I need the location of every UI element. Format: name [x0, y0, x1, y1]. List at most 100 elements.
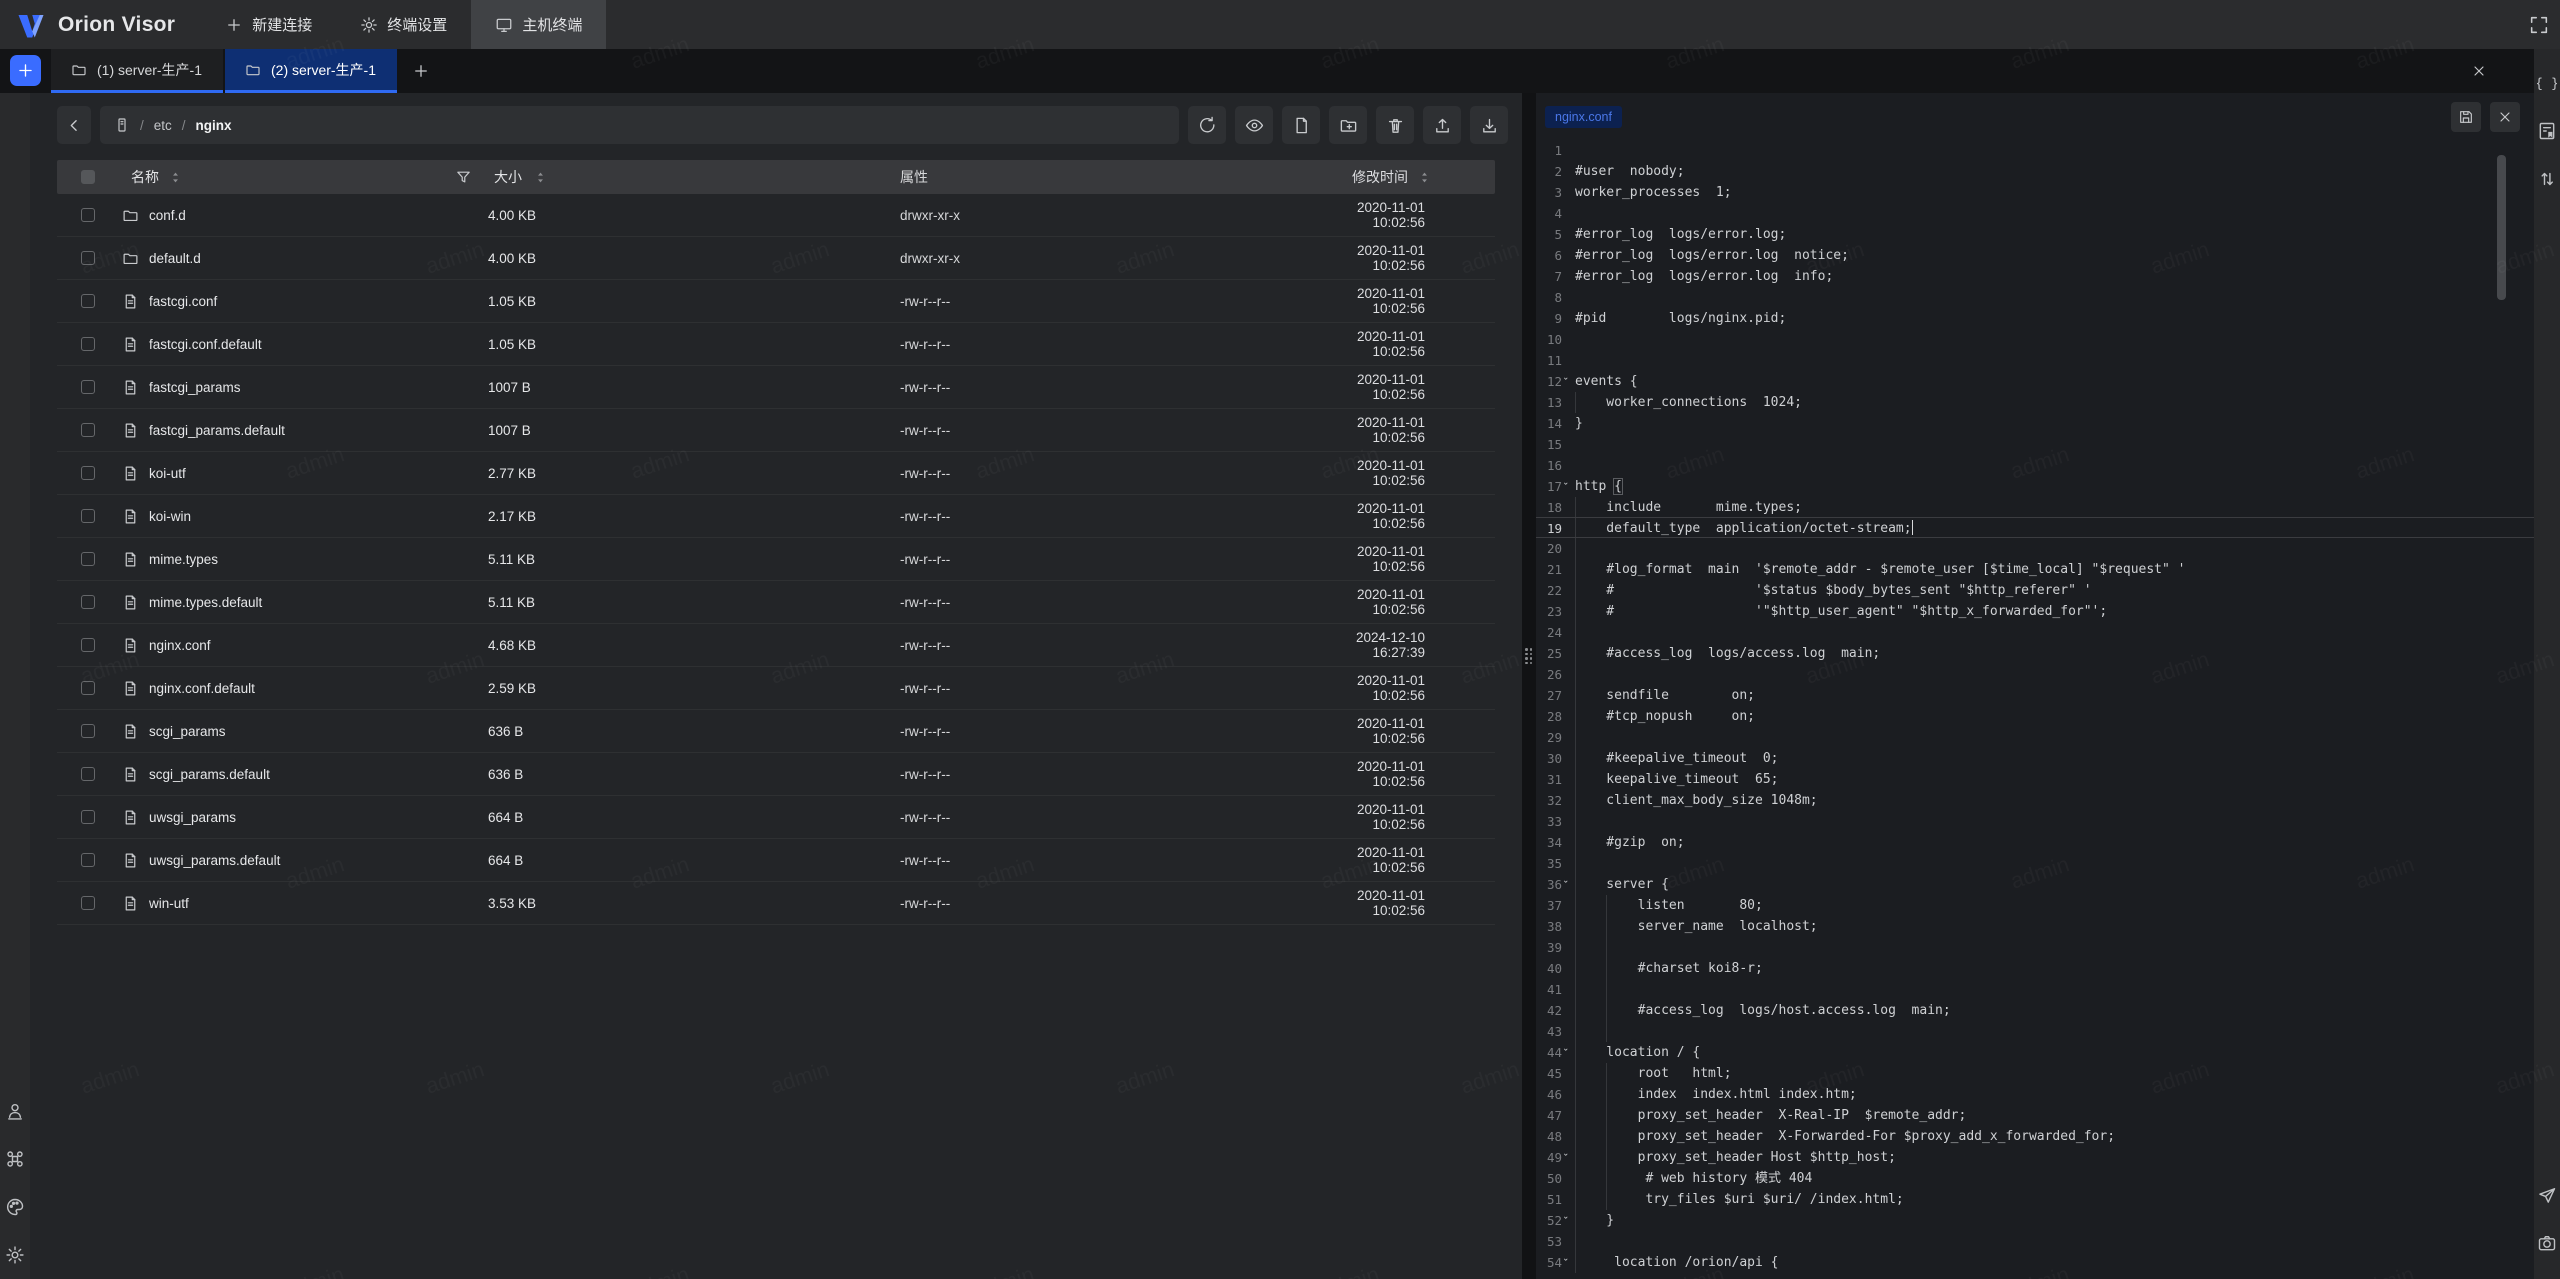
column-name[interactable]: 名称 [131, 167, 159, 187]
panel-resize-handle[interactable] [1522, 93, 1536, 1279]
show-hidden-button[interactable] [1235, 106, 1273, 144]
file-name[interactable]: conf.d [149, 208, 186, 223]
nav-terminal-settings[interactable]: 终端设置 [336, 0, 471, 49]
row-checkbox[interactable] [81, 896, 95, 910]
row-checkbox[interactable] [81, 552, 95, 566]
row-checkbox[interactable] [81, 466, 95, 480]
new-tab-button[interactable] [10, 55, 41, 86]
file-name[interactable]: fastcgi.conf [149, 294, 217, 309]
delete-button[interactable] [1376, 106, 1414, 144]
row-checkbox[interactable] [81, 724, 95, 738]
save-button[interactable] [2451, 102, 2481, 132]
breadcrumb-segment[interactable]: nginx [196, 118, 232, 133]
table-row[interactable]: mime.types.default5.11 KB-rw-r--r--2020-… [57, 581, 1495, 624]
fold-chevron-icon[interactable] [1562, 1042, 1575, 1063]
filter-icon[interactable] [455, 169, 472, 186]
breadcrumb[interactable]: / etc / nginx [100, 106, 1179, 144]
fullscreen-icon[interactable] [2526, 12, 2552, 38]
file-name[interactable]: fastcgi_params.default [149, 423, 285, 438]
column-mtime[interactable]: 修改时间 [1352, 167, 1408, 187]
send-command-icon[interactable] [2537, 1185, 2557, 1205]
file-name[interactable]: fastcgi_params [149, 380, 241, 395]
new-folder-button[interactable] [1329, 106, 1367, 144]
file-name[interactable]: default.d [149, 251, 201, 266]
file-name[interactable]: mime.types [149, 552, 218, 567]
file-name[interactable]: nginx.conf.default [149, 681, 255, 696]
table-row[interactable]: fastcgi_params.default1007 B-rw-r--r--20… [57, 409, 1495, 452]
row-checkbox[interactable] [81, 638, 95, 652]
table-row[interactable]: default.d4.00 KBdrwxr-xr-x2020-11-01 10:… [57, 237, 1495, 280]
row-checkbox[interactable] [81, 595, 95, 609]
row-checkbox[interactable] [81, 337, 95, 351]
upload-button[interactable] [1423, 106, 1461, 144]
select-all-checkbox[interactable] [81, 170, 95, 184]
user-icon[interactable] [5, 1101, 25, 1121]
row-checkbox[interactable] [81, 681, 95, 695]
row-checkbox[interactable] [81, 767, 95, 781]
braces-icon[interactable]: { } [2537, 73, 2557, 93]
download-button[interactable] [1470, 106, 1508, 144]
editor-scrollbar[interactable] [2497, 155, 2506, 300]
breadcrumb-segment[interactable]: etc [154, 118, 172, 133]
fold-chevron-icon[interactable] [1562, 874, 1575, 895]
row-checkbox[interactable] [81, 251, 95, 265]
table-row[interactable]: koi-win2.17 KB-rw-r--r--2020-11-01 10:02… [57, 495, 1495, 538]
fold-chevron-icon[interactable] [1562, 1147, 1575, 1168]
sort-icon[interactable] [169, 170, 182, 185]
row-checkbox[interactable] [81, 208, 95, 222]
row-checkbox[interactable] [81, 509, 95, 523]
table-row[interactable]: scgi_params.default636 B-rw-r--r--2020-1… [57, 753, 1495, 796]
notes-icon[interactable] [2537, 121, 2557, 141]
file-name[interactable]: nginx.conf [149, 638, 211, 653]
table-row[interactable]: uwsgi_params664 B-rw-r--r--2020-11-01 10… [57, 796, 1495, 839]
table-row[interactable]: fastcgi_params1007 B-rw-r--r--2020-11-01… [57, 366, 1495, 409]
row-checkbox[interactable] [81, 810, 95, 824]
column-size[interactable]: 大小 [484, 167, 522, 187]
file-name[interactable]: mime.types.default [149, 595, 262, 610]
table-row[interactable]: scgi_params636 B-rw-r--r--2020-11-01 10:… [57, 710, 1495, 753]
swap-vertical-icon[interactable] [2537, 169, 2557, 189]
file-name[interactable]: koi-utf [149, 466, 186, 481]
add-tab-button[interactable] [399, 49, 443, 93]
back-button[interactable] [57, 106, 91, 144]
refresh-button[interactable] [1188, 106, 1226, 144]
sort-icon[interactable] [1418, 170, 1431, 185]
table-row[interactable]: fastcgi.conf.default1.05 KB-rw-r--r--202… [57, 323, 1495, 366]
sort-icon[interactable] [534, 170, 547, 185]
table-row[interactable]: nginx.conf.default2.59 KB-rw-r--r--2020-… [57, 667, 1495, 710]
theme-palette-icon[interactable] [5, 1197, 25, 1217]
table-row[interactable]: uwsgi_params.default664 B-rw-r--r--2020-… [57, 839, 1495, 882]
nav-new-connection[interactable]: 新建连接 [201, 0, 336, 49]
new-file-button[interactable] [1282, 106, 1320, 144]
fold-chevron-icon[interactable] [1562, 1252, 1575, 1273]
row-checkbox[interactable] [81, 380, 95, 394]
fold-chevron-icon[interactable] [1562, 476, 1575, 497]
settings-gear-icon[interactable] [5, 1245, 25, 1265]
file-name[interactable]: uwsgi_params.default [149, 853, 280, 868]
code-editor[interactable]: 12#user nobody;3worker_processes 1;45#er… [1536, 140, 2534, 1279]
nav-host-terminal[interactable]: 主机终端 [471, 0, 606, 49]
file-name[interactable]: scgi_params [149, 724, 226, 739]
file-name[interactable]: uwsgi_params [149, 810, 236, 825]
close-editor-button[interactable] [2490, 102, 2520, 132]
row-checkbox[interactable] [81, 294, 95, 308]
table-row[interactable]: win-utf3.53 KB-rw-r--r--2020-11-01 10:02… [57, 882, 1495, 925]
row-checkbox[interactable] [81, 853, 95, 867]
table-row[interactable]: koi-utf2.77 KB-rw-r--r--2020-11-01 10:02… [57, 452, 1495, 495]
file-name[interactable]: koi-win [149, 509, 191, 524]
file-name[interactable]: fastcgi.conf.default [149, 337, 262, 352]
table-row[interactable]: nginx.conf4.68 KB-rw-r--r--2024-12-10 16… [57, 624, 1495, 667]
fold-chevron-icon[interactable] [1562, 1210, 1575, 1231]
command-icon[interactable] [5, 1149, 25, 1169]
screenshot-camera-icon[interactable] [2537, 1233, 2557, 1253]
fold-chevron-icon[interactable] [1562, 371, 1575, 392]
file-name[interactable]: win-utf [149, 896, 189, 911]
table-row[interactable]: conf.d4.00 KBdrwxr-xr-x2020-11-01 10:02:… [57, 194, 1495, 237]
tab-server-2[interactable]: (2) server-生产-1 [225, 49, 397, 93]
row-checkbox[interactable] [81, 423, 95, 437]
table-row[interactable]: mime.types5.11 KB-rw-r--r--2020-11-01 10… [57, 538, 1495, 581]
close-icon[interactable] [2464, 56, 2494, 86]
table-row[interactable]: fastcgi.conf1.05 KB-rw-r--r--2020-11-01 … [57, 280, 1495, 323]
file-name[interactable]: scgi_params.default [149, 767, 270, 782]
tab-server-1[interactable]: (1) server-生产-1 [51, 49, 223, 93]
